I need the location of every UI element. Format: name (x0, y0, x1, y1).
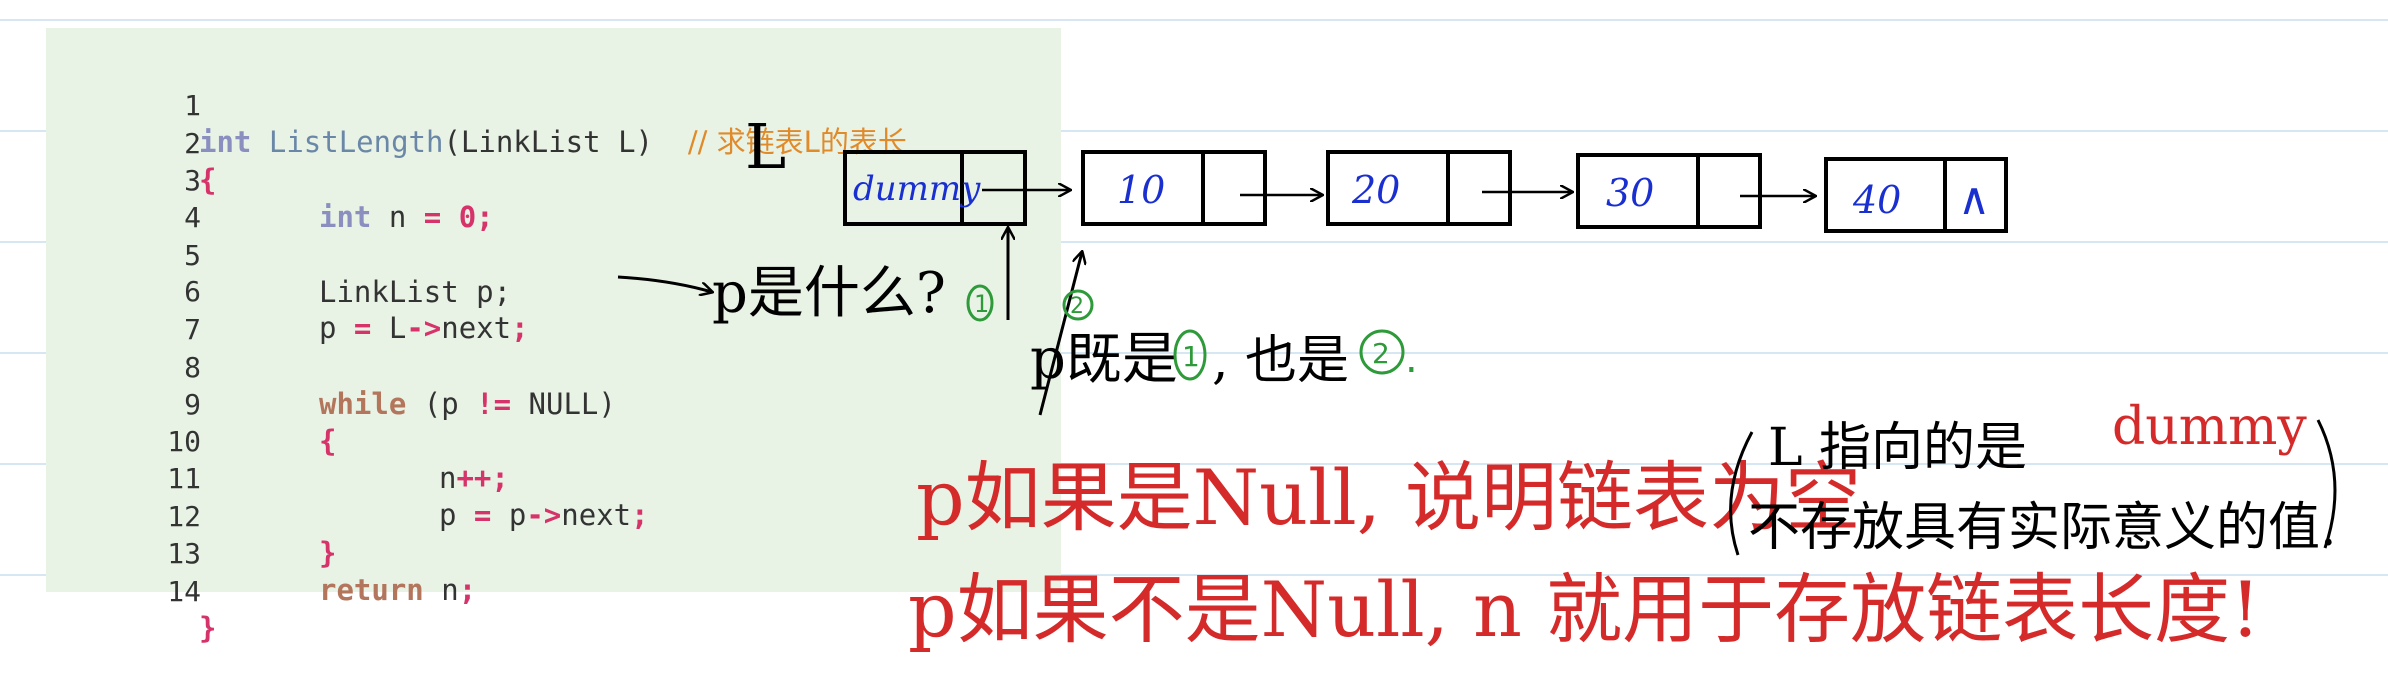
node-value: 40 (1852, 178, 1901, 222)
handwriting-layer: L dummy 10 20 30 40 ∧ p是什么? 1 2 p既是 1 , … (617, 110, 2337, 654)
marker-1: 1 (966, 284, 994, 322)
node-value: 20 (1351, 168, 1400, 212)
svg-text:2: 2 (1372, 337, 1390, 370)
note-aside-l-points: L 指向的是 (1768, 418, 2027, 478)
note-p-is: p既是 (1030, 327, 1178, 392)
note-if-null: p如果是Null, 说明链表为空 (916, 453, 1861, 542)
list-node: dummy (843, 150, 1027, 226)
list-node: 10 (1081, 150, 1267, 226)
note-aside-dummy: dummy (2112, 397, 2307, 457)
svg-text:2: 2 (1070, 294, 1084, 319)
list-node: 40 ∧ (1824, 157, 2008, 233)
note-also-is: , 也是 (1212, 331, 1349, 391)
svg-text:1: 1 (974, 290, 989, 318)
null-pointer: ∧ (1958, 174, 1990, 225)
marker-2: 2 (1359, 329, 1405, 375)
list-node: 20 (1326, 150, 1512, 226)
node-value: 10 (1117, 168, 1165, 212)
marker-1: 1 (1173, 329, 1207, 381)
node-value: dummy (853, 169, 981, 209)
note-if-not-null: p如果不是Null, n 就用于存放链表长度! (908, 565, 2261, 654)
note-aside-no-value: 不存放具有实际意义的值. (1748, 498, 2337, 558)
list-node: 30 (1576, 153, 1762, 229)
arrow-icon (617, 275, 712, 292)
note-p-question: p是什么? (712, 261, 946, 326)
label-L: L (745, 110, 786, 183)
note-period: . (1405, 336, 1418, 382)
node-value: 30 (1606, 171, 1654, 215)
svg-text:1: 1 (1182, 340, 1200, 373)
